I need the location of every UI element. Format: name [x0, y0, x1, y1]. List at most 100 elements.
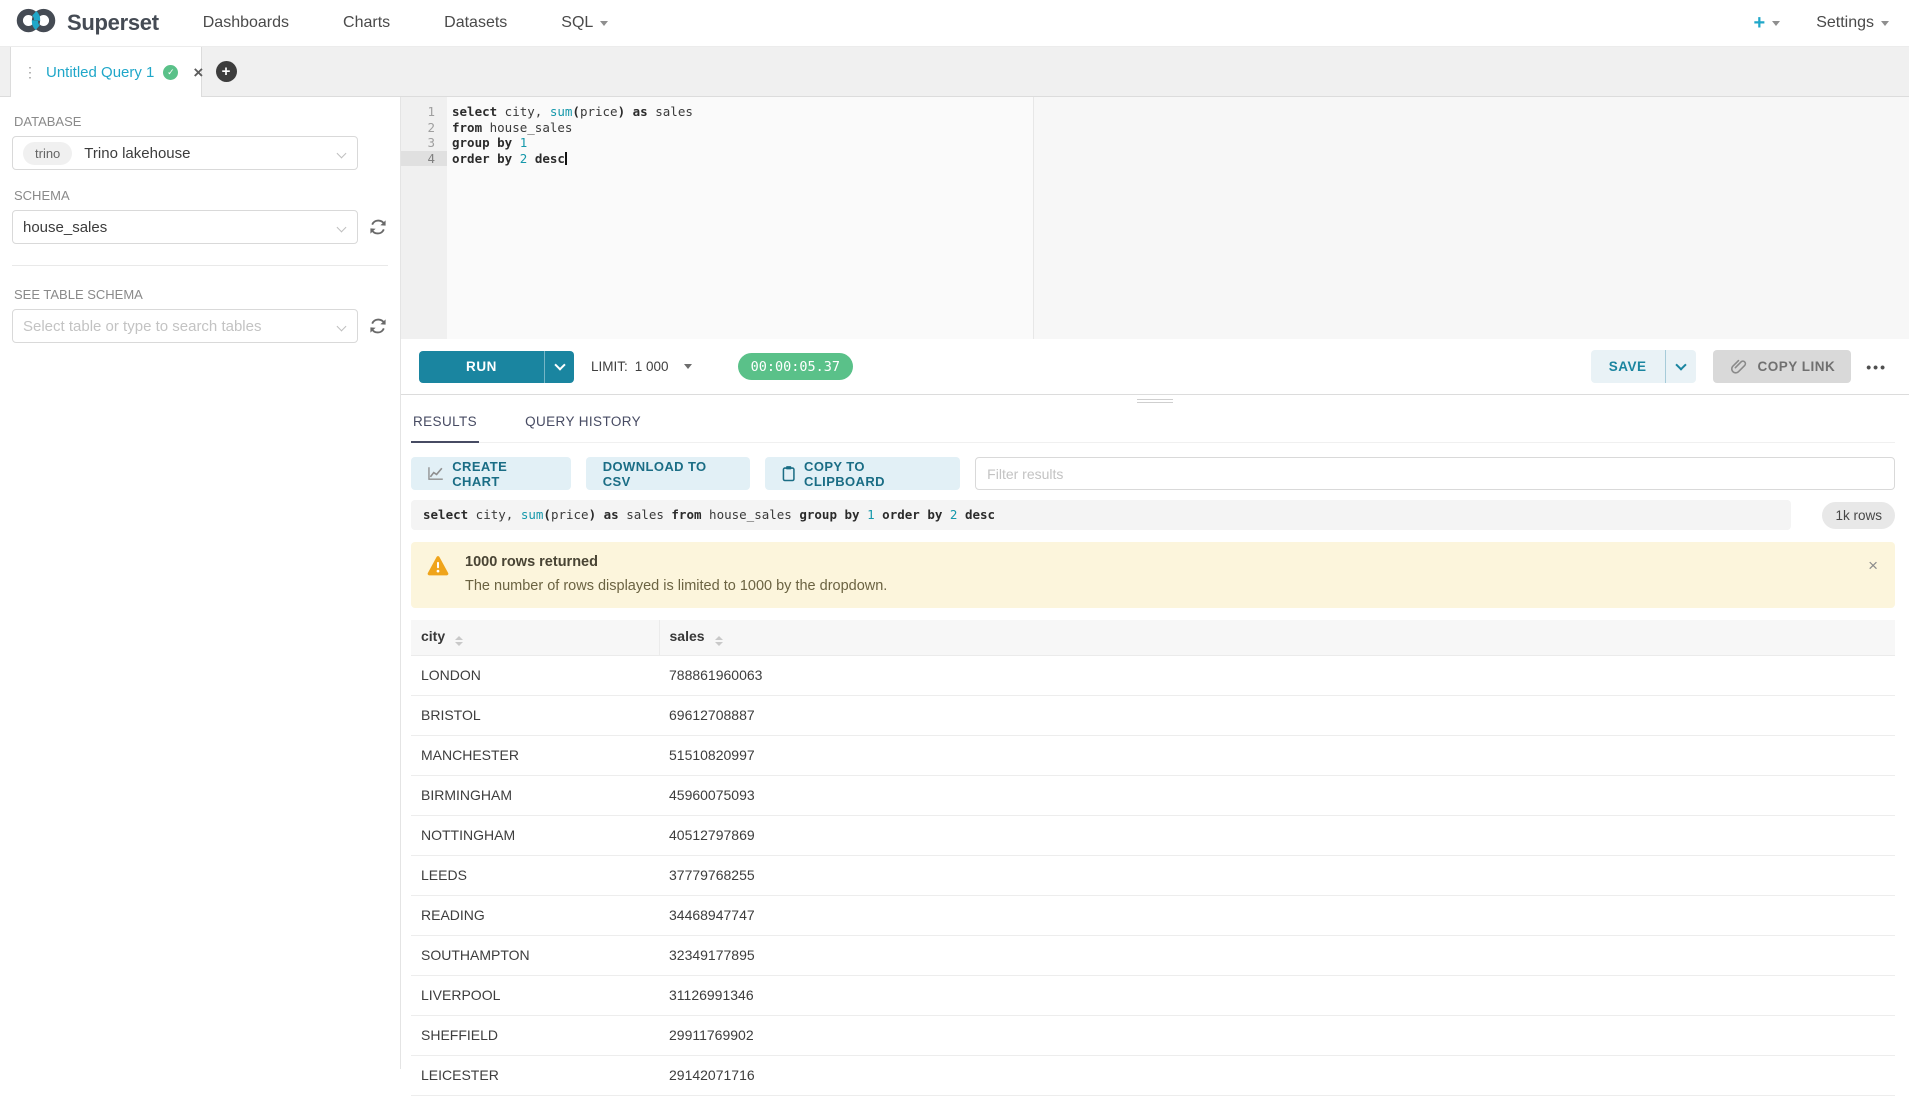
- database-value: Trino lakehouse: [84, 145, 190, 162]
- query-preview-row: select city, sum(price) as sales from ho…: [411, 500, 1895, 530]
- nav-right: + Settings: [1754, 13, 1890, 33]
- table-select[interactable]: Select table or type to search tables: [12, 309, 358, 343]
- more-actions-button[interactable]: •••: [1866, 359, 1887, 375]
- column-header-sales[interactable]: sales: [659, 620, 1895, 655]
- chevron-down-icon: [684, 364, 692, 369]
- cell-city: SOUTHAMPTON: [411, 935, 659, 975]
- chevron-down-icon: [554, 359, 565, 370]
- alert-message: The number of rows displayed is limited …: [465, 578, 887, 594]
- save-button-label[interactable]: SAVE: [1591, 350, 1665, 383]
- schema-select[interactable]: house_sales: [12, 210, 358, 244]
- code-line: 2from house_sales: [401, 120, 1909, 136]
- chevron-down-icon: [337, 149, 347, 159]
- table-row: READING34468947747: [411, 895, 1895, 935]
- refresh-schemas-button[interactable]: [368, 217, 388, 237]
- run-button[interactable]: RUN: [419, 351, 574, 383]
- save-button[interactable]: SAVE: [1591, 350, 1696, 383]
- line-number: 4: [401, 151, 447, 167]
- results-table: citysales LONDON788861960063BRISTOL69612…: [411, 620, 1895, 1096]
- save-options-button[interactable]: [1665, 350, 1696, 383]
- text-cursor: [565, 152, 567, 165]
- run-button-label[interactable]: RUN: [419, 351, 544, 383]
- drag-grip-icon: ⋮: [23, 64, 37, 81]
- superset-logo-icon: [14, 6, 58, 40]
- results-actions: CREATE CHART DOWNLOAD TO CSV COPY TO CLI…: [411, 457, 1895, 490]
- alert-title: 1000 rows returned: [465, 554, 887, 570]
- database-select[interactable]: trino Trino lakehouse: [12, 136, 358, 170]
- nav-item-datasets[interactable]: Datasets: [444, 14, 507, 32]
- download-csv-label: DOWNLOAD TO CSV: [603, 459, 733, 489]
- tab-query-history[interactable]: QUERY HISTORY: [523, 403, 643, 442]
- chevron-down-icon: [1772, 21, 1780, 26]
- alert-body: 1000 rows returned The number of rows di…: [465, 554, 887, 594]
- database-label: DATABASE: [14, 114, 388, 129]
- new-item-button[interactable]: +: [1754, 13, 1781, 33]
- limit-label: LIMIT:: [591, 359, 628, 374]
- limit-dropdown[interactable]: LIMIT: 1 000: [591, 359, 692, 374]
- create-chart-button[interactable]: CREATE CHART: [411, 457, 571, 490]
- sql-editor[interactable]: 1select city, sum(price) as sales2from h…: [401, 97, 1909, 339]
- query-success-icon: ✓: [163, 65, 178, 80]
- query-preview: select city, sum(price) as sales from ho…: [411, 500, 1791, 530]
- copy-clipboard-button[interactable]: COPY TO CLIPBOARD: [765, 457, 960, 490]
- refresh-icon: [368, 316, 388, 336]
- chevron-down-icon: [1675, 359, 1686, 370]
- code-line: 1select city, sum(price) as sales: [401, 104, 1909, 120]
- cell-city: READING: [411, 895, 659, 935]
- tab-results[interactable]: RESULTS: [411, 403, 479, 443]
- refresh-tables-button[interactable]: [368, 316, 388, 336]
- tab-untitled-query[interactable]: ⋮ Untitled Query 1 ✓ ×: [10, 47, 202, 97]
- cell-sales: 51510820997: [659, 735, 1895, 775]
- copy-clipboard-label: COPY TO CLIPBOARD: [804, 459, 943, 489]
- run-options-button[interactable]: [544, 351, 574, 383]
- table-row: MANCHESTER51510820997: [411, 735, 1895, 775]
- line-number: 1: [401, 104, 447, 120]
- column-header-city[interactable]: city: [411, 620, 659, 655]
- download-csv-button[interactable]: DOWNLOAD TO CSV: [586, 457, 750, 490]
- sidebar-divider: [12, 265, 388, 266]
- cell-sales: 40512797869: [659, 815, 1895, 855]
- nav-item-sql-label: SQL: [561, 14, 593, 32]
- filter-results-input[interactable]: [975, 457, 1895, 490]
- pane-splitter[interactable]: [401, 394, 1909, 403]
- schema-label: SCHEMA: [14, 188, 388, 203]
- code-text: from house_sales: [447, 120, 572, 136]
- create-chart-label: CREATE CHART: [452, 459, 553, 489]
- results-table-header-row: citysales: [411, 620, 1895, 655]
- table-row: BRISTOL69612708887: [411, 695, 1895, 735]
- table-row: BIRMINGHAM45960075093: [411, 775, 1895, 815]
- nav-item-sql[interactable]: SQL: [561, 14, 608, 32]
- database-engine-badge: trino: [23, 142, 72, 165]
- results-table-body: LONDON788861960063BRISTOL69612708887MANC…: [411, 655, 1895, 1095]
- cell-city: BRISTOL: [411, 695, 659, 735]
- cell-city: LIVERPOOL: [411, 975, 659, 1015]
- close-alert-icon[interactable]: ×: [1868, 557, 1878, 574]
- see-table-schema-label: SEE TABLE SCHEMA: [14, 287, 388, 302]
- tab-title: Untitled Query 1: [46, 64, 154, 81]
- cell-city: SHEFFIELD: [411, 1015, 659, 1055]
- editor-pane: 1select city, sum(price) as sales2from h…: [400, 97, 1909, 1069]
- copy-link-button[interactable]: COPY LINK: [1713, 350, 1852, 383]
- sort-icon[interactable]: [715, 636, 723, 646]
- query-timer-badge: 00:00:05.37: [738, 353, 853, 380]
- settings-menu[interactable]: Settings: [1816, 14, 1889, 32]
- sort-icon[interactable]: [455, 636, 463, 646]
- toolbar-right: SAVE COPY LINK •••: [1591, 350, 1893, 383]
- code-text: select city, sum(price) as sales: [447, 104, 693, 120]
- cell-city: MANCHESTER: [411, 735, 659, 775]
- query-tab-strip: ⋮ Untitled Query 1 ✓ × +: [0, 47, 1909, 97]
- link-icon: [1729, 357, 1748, 376]
- add-tab-button[interactable]: +: [202, 47, 250, 96]
- table-row: SHEFFIELD29911769902: [411, 1015, 1895, 1055]
- table-select-placeholder: Select table or type to search tables: [23, 318, 261, 335]
- nav-menu: Dashboards Charts Datasets SQL: [203, 14, 609, 32]
- cell-city: LONDON: [411, 655, 659, 695]
- nav-item-charts[interactable]: Charts: [343, 14, 390, 32]
- table-row: LEEDS37779768255: [411, 855, 1895, 895]
- table-row: NOTTINGHAM40512797869: [411, 815, 1895, 855]
- nav-item-dashboards[interactable]: Dashboards: [203, 14, 289, 32]
- superset-logo[interactable]: Superset: [14, 6, 159, 40]
- editor-toolbar: RUN LIMIT: 1 000 00:00:05.37 SAVE: [401, 339, 1909, 394]
- top-nav: Superset Dashboards Charts Datasets SQL …: [0, 0, 1909, 47]
- rows-returned-alert: 1000 rows returned The number of rows di…: [411, 542, 1895, 608]
